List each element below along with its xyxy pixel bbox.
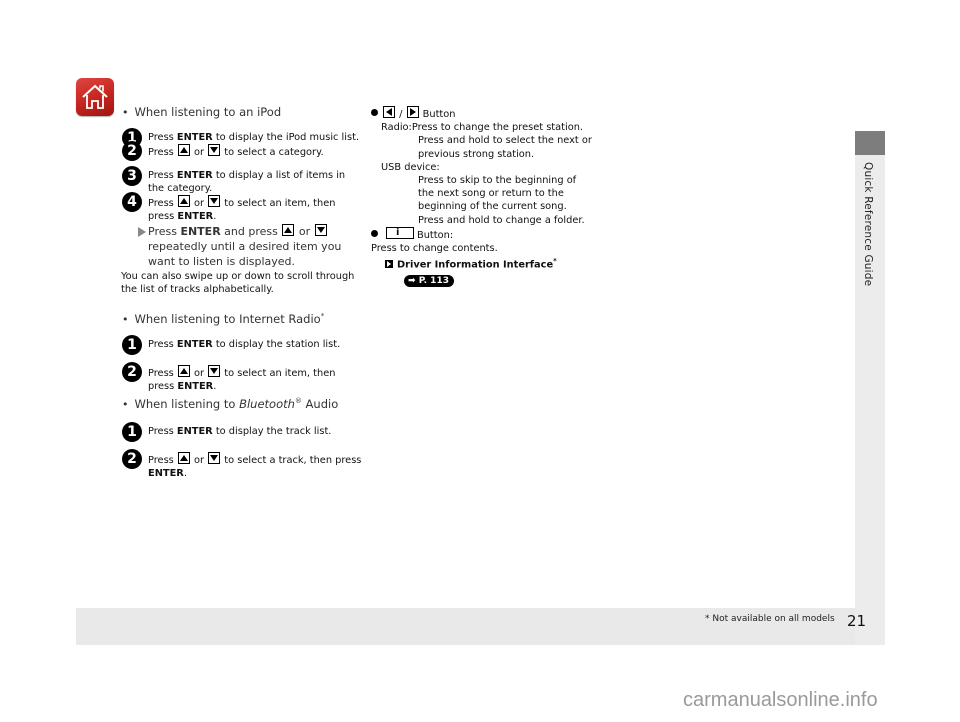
step-number-badge: 4 bbox=[122, 192, 142, 212]
ipod-step-1: 1 Press ENTER to display the iPod music … bbox=[122, 128, 362, 148]
bluetooth-step-2: 2 Press or to select a track, then press… bbox=[122, 448, 362, 480]
page-ref-link[interactable]: ➡ P. 113 bbox=[404, 274, 454, 287]
ipod-step-4: 4 Press or to select an item, then press… bbox=[122, 192, 362, 223]
bullet-icon bbox=[371, 229, 378, 237]
footnote: * Not available on all models bbox=[705, 614, 835, 624]
usb-desc-line: beginning of the current song. bbox=[418, 201, 567, 213]
left-column: • When listening to an iPod 1 Press ENTE… bbox=[121, 105, 362, 480]
note-arrow-icon bbox=[138, 227, 146, 237]
usb-desc-line: Press to skip to the beginning of bbox=[418, 175, 577, 187]
bluetooth-step-1: 1 Press ENTER to display the track list. bbox=[122, 421, 362, 442]
info-button-icon: i bbox=[386, 226, 414, 239]
up-arrow-key-icon bbox=[177, 364, 190, 377]
section-label: Quick Reference Guide bbox=[862, 162, 874, 287]
usb-desc-line: the next song or return to the bbox=[418, 188, 564, 200]
usb-desc-line: Press and hold to change a folder. bbox=[418, 214, 585, 226]
bluetooth-heading: • When listening to Bluetooth® Audio bbox=[122, 396, 339, 411]
swipe-tip: You can also swipe up or down to scroll … bbox=[121, 271, 355, 295]
next-arrow-key-icon bbox=[406, 106, 419, 118]
step-number-badge: 2 bbox=[122, 361, 142, 382]
right-column: / Button Radio:Press to change the prese… bbox=[371, 106, 631, 287]
ipod-heading: • When listening to an iPod bbox=[122, 105, 282, 120]
down-arrow-key-icon bbox=[208, 195, 221, 207]
down-arrow-key-icon bbox=[208, 364, 221, 377]
radio-desc: Radio:Press to change the preset station… bbox=[381, 122, 584, 134]
watermark: carmanualsonline.info bbox=[683, 689, 878, 711]
ipod-note: Press ENTER and press or repeatedly unti… bbox=[122, 224, 362, 269]
step-number-badge: 1 bbox=[122, 334, 142, 355]
radio-step-1: 1 Press ENTER to display the station lis… bbox=[122, 334, 362, 355]
home-icon[interactable] bbox=[76, 78, 114, 116]
house-glyph-icon bbox=[82, 84, 108, 109]
radio-desc-line: Press and hold to select the next or bbox=[418, 135, 592, 147]
xref-arrow-icon bbox=[385, 259, 393, 268]
info-button-heading: i Button: bbox=[371, 226, 631, 242]
page-number: 21 bbox=[847, 612, 867, 630]
step-number-badge: 2 bbox=[122, 141, 142, 161]
internet-radio-heading: • When listening to Internet Radio* bbox=[122, 311, 325, 326]
up-arrow-key-icon bbox=[177, 144, 190, 156]
up-arrow-key-icon bbox=[282, 224, 295, 236]
up-arrow-key-icon bbox=[177, 195, 190, 207]
radio-desc-line: previous strong station. bbox=[418, 148, 535, 160]
down-arrow-key-icon bbox=[208, 144, 221, 156]
section-tab-marker[interactable] bbox=[855, 131, 885, 155]
down-arrow-key-icon bbox=[314, 224, 327, 236]
info-desc: Press to change contents. bbox=[371, 243, 498, 255]
step-number-badge: 3 bbox=[122, 166, 142, 186]
skip-button-heading: / Button bbox=[371, 106, 631, 121]
step-number-badge: 1 bbox=[122, 421, 142, 442]
ipod-step-3: 3 Press ENTER to display a list of items… bbox=[122, 166, 362, 195]
usb-label: USB device: bbox=[381, 161, 440, 173]
cross-reference-link[interactable]: Driver Information Interface* bbox=[371, 255, 631, 271]
up-arrow-key-icon bbox=[177, 451, 190, 464]
radio-step-2: 2 Press or to select an item, then press… bbox=[122, 361, 362, 393]
down-arrow-key-icon bbox=[208, 451, 221, 464]
step-number-badge: 2 bbox=[122, 448, 142, 469]
bullet-icon bbox=[371, 109, 378, 116]
ipod-step-2: 2 Press or to select a category. bbox=[122, 141, 362, 161]
previous-arrow-key-icon bbox=[383, 106, 395, 118]
